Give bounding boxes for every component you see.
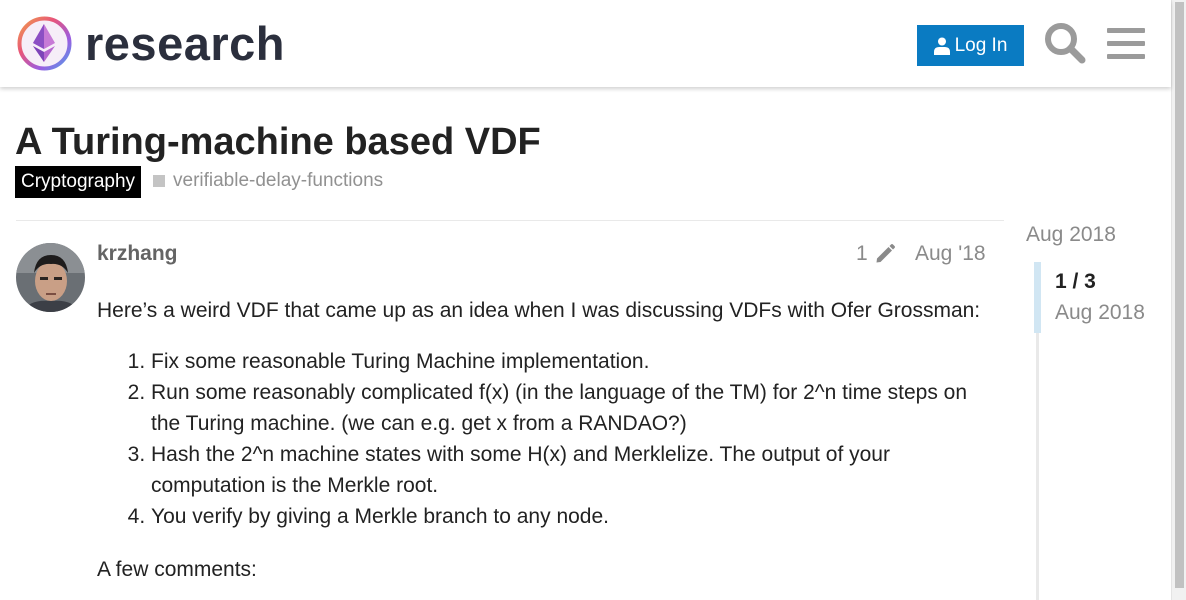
search-icon[interactable] bbox=[1043, 21, 1087, 65]
list-item: Hash the 2^n machine states with some H(… bbox=[151, 439, 987, 501]
user-icon bbox=[933, 37, 950, 55]
timeline-handle[interactable] bbox=[1034, 262, 1041, 333]
avatar[interactable] bbox=[16, 243, 85, 312]
category-badge[interactable]: Cryptography bbox=[15, 166, 142, 198]
topic-title[interactable]: A Turing-machine based VDF bbox=[15, 119, 541, 165]
post-username[interactable]: krzhang bbox=[97, 241, 178, 267]
site-name: research bbox=[85, 17, 285, 70]
scrollbar-thumb[interactable] bbox=[1175, 2, 1184, 588]
pencil-icon bbox=[876, 244, 895, 263]
avatar-image bbox=[16, 243, 85, 312]
post-date[interactable]: Aug '18 bbox=[915, 241, 986, 267]
edit-history-button[interactable]: 1 bbox=[856, 241, 896, 267]
timeline-position: 1 / 3 bbox=[1055, 270, 1096, 293]
ethereum-research-logo-icon bbox=[17, 16, 72, 71]
login-label: Log In bbox=[954, 34, 1008, 56]
post-steps-list: Fix some reasonable Turing Machine imple… bbox=[97, 346, 987, 532]
tag-label: verifiable-delay-functions bbox=[173, 170, 384, 191]
comments-heading: A few comments: bbox=[97, 558, 257, 581]
hamburger-menu-icon[interactable] bbox=[1105, 21, 1147, 65]
divider bbox=[16, 220, 1004, 221]
site-header: research Log In bbox=[0, 0, 1171, 87]
tag-square-icon bbox=[153, 175, 165, 187]
post-body: Here’s a weird VDF that came up as an id… bbox=[97, 295, 987, 585]
timeline-current-date: Aug 2018 bbox=[1055, 301, 1145, 324]
page-scrollbar[interactable] bbox=[1171, 0, 1186, 600]
topic-tag[interactable]: verifiable-delay-functions bbox=[153, 170, 383, 192]
site-logo[interactable]: research bbox=[16, 15, 285, 72]
list-item: Fix some reasonable Turing Machine imple… bbox=[151, 346, 987, 377]
list-item: Run some reasonably complicated f(x) (in… bbox=[151, 377, 987, 439]
timeline-start-date[interactable]: Aug 2018 bbox=[1026, 221, 1116, 249]
login-button[interactable]: Log In bbox=[917, 25, 1024, 66]
list-item: You verify by giving a Merkle branch to … bbox=[151, 501, 987, 532]
edit-count: 1 bbox=[856, 242, 868, 265]
post-intro: Here’s a weird VDF that came up as an id… bbox=[97, 299, 981, 322]
